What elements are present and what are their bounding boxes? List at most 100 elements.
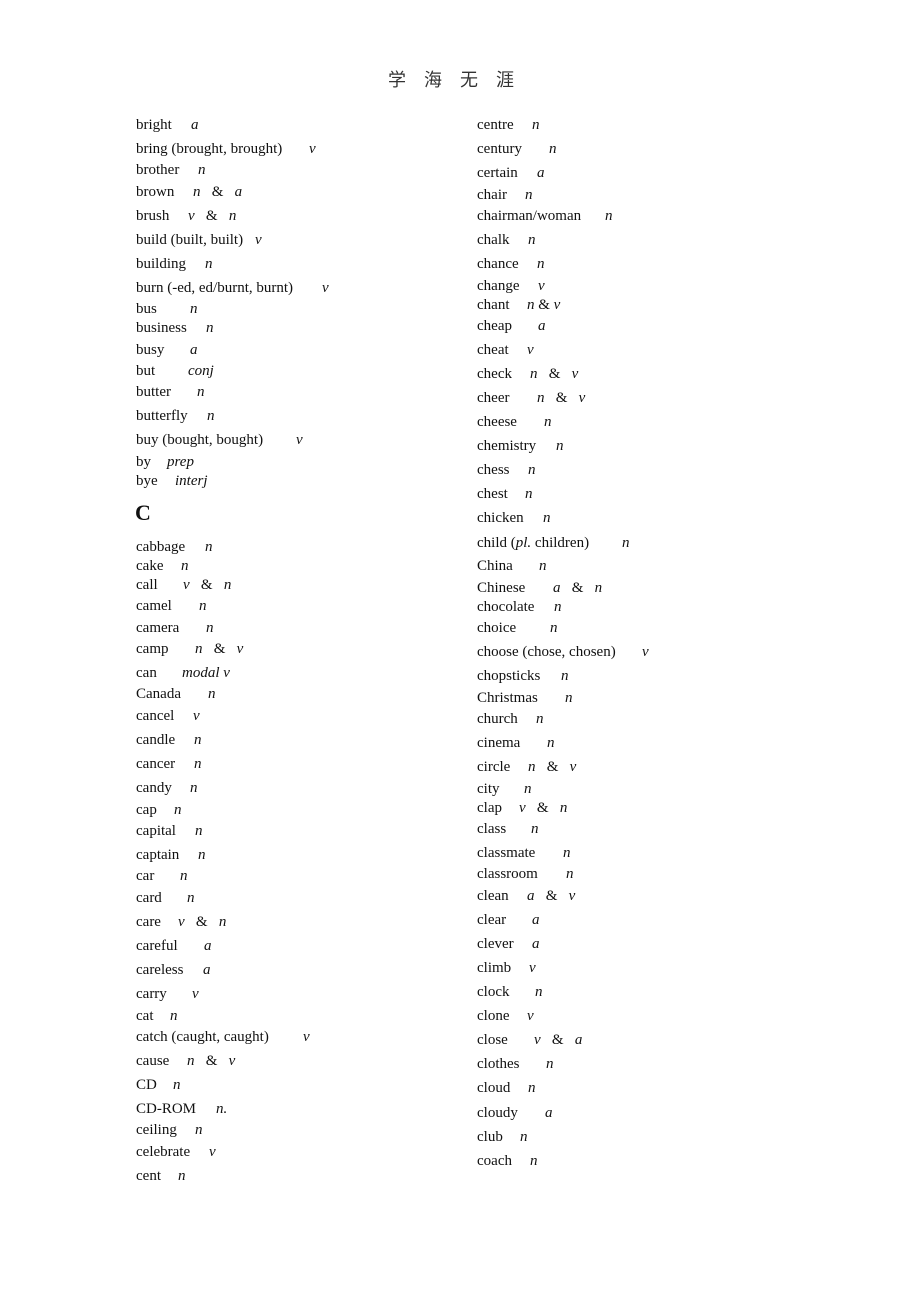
- part-of-speech: n: [170, 1008, 178, 1024]
- word-entry: choice n: [477, 619, 797, 637]
- headword: catch (caught, caught): [136, 1029, 269, 1045]
- part-of-speech: a: [203, 962, 211, 978]
- part-of-speech: n: [528, 462, 536, 478]
- word-entry: butterfly n: [136, 407, 456, 425]
- part-of-speech: n: [535, 984, 543, 1000]
- word-entry: camel n: [136, 597, 456, 615]
- part-of-speech: v: [527, 1008, 534, 1024]
- word-entry: cheat v: [477, 341, 797, 359]
- headword: card: [136, 890, 162, 906]
- part-of-speech: a: [532, 936, 540, 952]
- word-entry: by prep: [136, 453, 456, 471]
- headword: cheese: [477, 414, 517, 430]
- part-of-speech: n: [524, 781, 532, 797]
- headword: business: [136, 320, 187, 336]
- headword-part: child (: [477, 535, 516, 551]
- word-entry: clever a: [477, 935, 797, 953]
- part-of-speech: n & v: [530, 366, 579, 382]
- part-of-speech: n: [530, 1153, 538, 1169]
- word-entry: clean a & v: [477, 887, 797, 905]
- headword: bright: [136, 117, 172, 133]
- headword: CD-ROM: [136, 1101, 197, 1117]
- part-of-speech: v: [529, 960, 536, 976]
- word-entry: chicken n: [477, 509, 797, 527]
- headword: can: [136, 665, 157, 681]
- headword: camera: [136, 620, 180, 636]
- headword: century: [477, 141, 522, 157]
- part-of-speech: n: [561, 668, 569, 684]
- word-entry: captain n: [136, 846, 456, 864]
- word-entry: camp n & v: [136, 640, 456, 658]
- word-entry: care v & n: [136, 913, 456, 931]
- headword: brush: [136, 208, 170, 224]
- part-of-speech: v: [322, 280, 329, 296]
- part-of-speech: a: [190, 342, 198, 358]
- headword: busy: [136, 342, 165, 358]
- headword: China: [477, 558, 513, 574]
- headword: cheap: [477, 318, 512, 334]
- word-entry: bright a: [136, 116, 456, 134]
- word-entry: candle n: [136, 731, 456, 749]
- part-of-speech: n: [190, 301, 198, 317]
- word-entry: chair n: [477, 186, 797, 204]
- part-of-speech: v: [296, 432, 303, 448]
- part-of-speech: n.: [216, 1101, 228, 1117]
- part-of-speech: n: [622, 535, 630, 551]
- headword: clone: [477, 1008, 510, 1024]
- part-of-speech: n: [525, 486, 533, 502]
- headword: capital: [136, 823, 176, 839]
- headword: class: [477, 821, 507, 837]
- headword-part: children): [531, 535, 590, 551]
- word-entry: brother n: [136, 161, 456, 179]
- headword: brown: [136, 184, 175, 200]
- part-of-speech: n: [605, 208, 613, 224]
- part-of-speech: n & v: [187, 1053, 236, 1069]
- part-of-speech: n: [546, 1056, 554, 1072]
- part-of-speech: v: [538, 278, 545, 294]
- headword: chopsticks: [477, 668, 541, 684]
- word-entry: clone v: [477, 1007, 797, 1025]
- headword: call: [136, 577, 158, 593]
- headword: Canada: [136, 686, 181, 702]
- word-entry: capital n: [136, 822, 456, 840]
- word-entry: business n: [136, 319, 456, 337]
- word-entry: butter n: [136, 383, 456, 401]
- headword: burn (-ed, ed/burnt, burnt): [136, 280, 294, 296]
- part-of-speech: n: [550, 620, 558, 636]
- headword: building: [136, 256, 187, 272]
- word-entry: but conj: [136, 362, 456, 380]
- word-entry: cloudy a: [477, 1104, 797, 1122]
- part-of-speech: n: [525, 187, 533, 203]
- headword: butterfly: [136, 408, 188, 424]
- word-entry: clock n: [477, 983, 797, 1001]
- part-of-speech: a: [204, 938, 212, 954]
- part-of-speech: n: [173, 1077, 181, 1093]
- part-of-speech: a: [191, 117, 199, 133]
- word-entry: club n: [477, 1128, 797, 1146]
- part-of-speech: v: [209, 1144, 216, 1160]
- headword: carry: [136, 986, 167, 1002]
- word-entry: cancer n: [136, 755, 456, 773]
- part-of-speech: v: [642, 644, 649, 660]
- part-of-speech: v & n: [178, 914, 227, 930]
- word-entry: Canada n: [136, 685, 456, 703]
- headword: chicken: [477, 510, 524, 526]
- headword: club: [477, 1129, 503, 1145]
- part-of-speech: n: [180, 868, 188, 884]
- part-of-speech: v: [527, 342, 534, 358]
- part-of-speech: n: [544, 414, 552, 430]
- headword: Chinese: [477, 580, 526, 596]
- word-entry: candy n: [136, 779, 456, 797]
- headword: clever: [477, 936, 514, 952]
- part-of-speech: n: [556, 438, 564, 454]
- page-header: 学海无涯: [388, 70, 532, 91]
- part-of-speech: n & v: [528, 759, 577, 775]
- part-of-speech: n: [187, 890, 195, 906]
- part-of-speech: v & n: [188, 208, 237, 224]
- word-entry: city n: [477, 780, 797, 798]
- word-entry: cent n: [136, 1167, 456, 1185]
- word-entry: climb v: [477, 959, 797, 977]
- headword: careless: [136, 962, 184, 978]
- word-entry: cheese n: [477, 413, 797, 431]
- word-entry: chopsticks n: [477, 667, 797, 685]
